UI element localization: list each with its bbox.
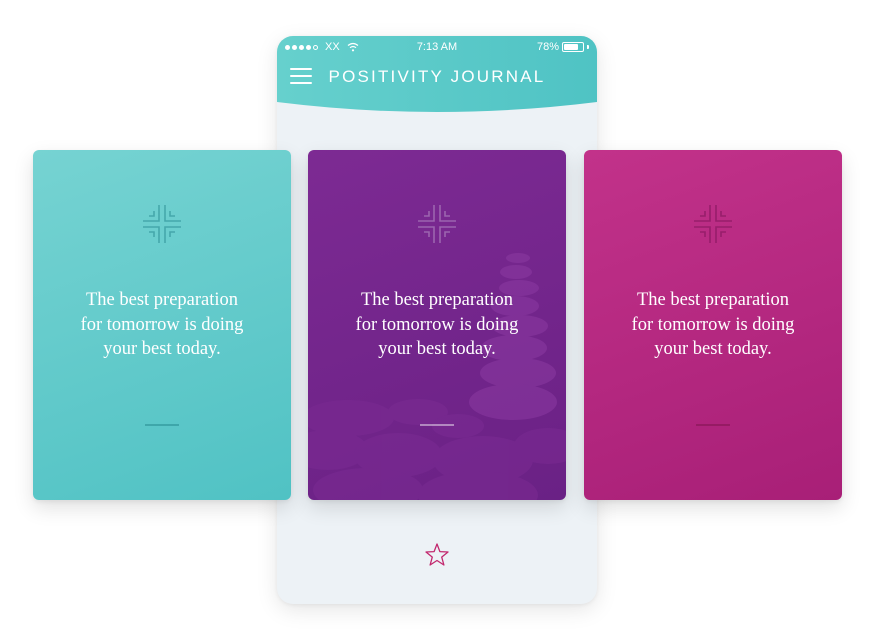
quote-text: The best preparation for tomorrow is doi… <box>355 290 519 359</box>
crosshair-mark-icon <box>143 205 181 243</box>
card-divider <box>696 424 730 426</box>
quote-text: The best preparation for tomorrow is doi… <box>631 290 795 359</box>
battery-percent: 78% <box>536 41 559 53</box>
status-bar: XX 7:13 AM 78% <box>277 40 597 56</box>
favorite-star-icon[interactable] <box>424 542 450 568</box>
card-divider <box>420 424 454 426</box>
crosshair-mark-icon <box>694 205 732 243</box>
quote-card-teal[interactable]: The best preparation for tomorrow is doi… <box>33 150 291 500</box>
quote-text: The best preparation for tomorrow is doi… <box>80 290 244 359</box>
quote-card-purple[interactable]: The best preparation for tomorrow is doi… <box>308 150 566 500</box>
app-header: XX 7:13 AM 78% POSITIVITY JOURNAL <box>277 36 597 136</box>
quote-card-magenta[interactable]: The best preparation for tomorrow is doi… <box>584 150 842 500</box>
app-title: POSITIVITY JOURNAL <box>328 67 546 86</box>
crosshair-mark-icon <box>418 205 456 243</box>
card-divider <box>145 424 179 426</box>
battery-icon <box>562 42 584 52</box>
